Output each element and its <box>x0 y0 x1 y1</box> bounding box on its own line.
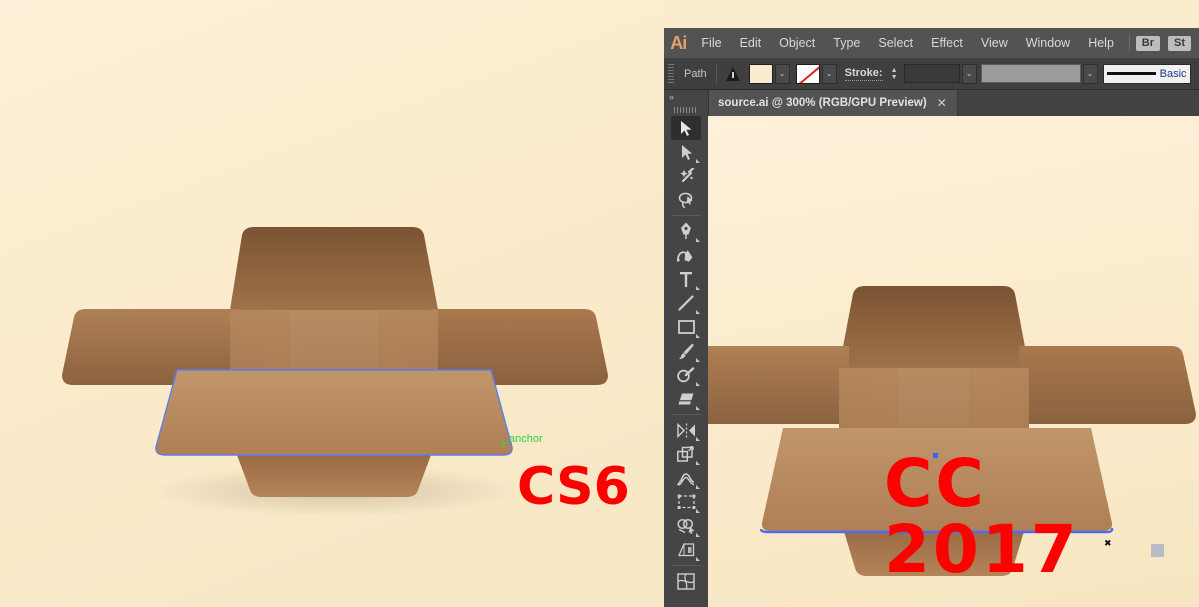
menu-select[interactable]: Select <box>869 28 922 58</box>
anchor-point-marker <box>500 440 507 447</box>
smart-guide-anchor-label: anchor <box>509 433 543 445</box>
perspective-grid-tool[interactable] <box>671 538 701 562</box>
tools-divider-1 <box>671 215 701 216</box>
stroke-weight-input[interactable] <box>903 64 960 83</box>
pen-tool[interactable] <box>671 219 701 243</box>
tools-panel-grip[interactable] <box>664 104 708 116</box>
cs6-canvas-pane: anchor CS6 <box>0 0 664 607</box>
menu-bar: Ai File Edit Object Type Select Effect V… <box>664 28 1199 58</box>
control-bar: Path ⌄ ⌄ Stroke: ▲ ▼ ⌄ ⌄ Basic <box>664 58 1199 90</box>
selection-tool[interactable] <box>671 116 701 140</box>
width-tool[interactable] <box>671 466 701 490</box>
menu-type[interactable]: Type <box>824 28 869 58</box>
eraser-tool[interactable] <box>671 387 701 411</box>
rectangle-tool[interactable] <box>671 315 701 339</box>
collapse-panel-icon[interactable]: » <box>664 90 708 104</box>
bridge-button[interactable]: Br <box>1135 35 1160 51</box>
stroke-weight-label[interactable]: Stroke: <box>844 67 883 81</box>
menu-object[interactable]: Object <box>770 28 824 58</box>
illustrator-logo-icon: Ai <box>670 32 687 53</box>
menu-window[interactable]: Window <box>1017 28 1079 58</box>
cc-version-tag: CC 2017 <box>884 445 1080 588</box>
selection-type-label: Path <box>684 67 707 80</box>
menu-view[interactable]: View <box>972 28 1017 58</box>
stroke-weight-stepper[interactable]: ▲ ▼ <box>889 64 900 84</box>
shape-builder-tool[interactable] <box>671 514 701 538</box>
shaper-tool[interactable] <box>671 363 701 387</box>
direct-selection-tool[interactable] <box>671 140 701 164</box>
brush-stroke-preview-icon <box>1106 72 1156 75</box>
warning-triangle-icon[interactable] <box>725 66 741 81</box>
stock-button[interactable]: St <box>1168 35 1191 51</box>
fill-dropdown-caret-icon[interactable]: ⌄ <box>774 63 790 84</box>
scale-tool[interactable] <box>671 442 701 466</box>
mesh-tool[interactable] <box>671 569 701 593</box>
stroke-dropdown-caret-icon[interactable]: ⌄ <box>821 63 837 84</box>
control-bar-grip[interactable] <box>668 63 674 84</box>
rotate-tool[interactable] <box>671 418 701 442</box>
document-tab-title: source.ai @ 300% (RGB/GPU Preview) <box>718 97 927 109</box>
screenshot-root: anchor CS6 Ai File Edit Object Type Sele… <box>0 0 1199 607</box>
type-tool[interactable] <box>671 267 701 291</box>
brush-definition-label: Basic <box>1159 67 1187 80</box>
window-top-gap <box>664 0 1199 28</box>
width-profile-caret-icon[interactable]: ⌄ <box>1082 63 1098 84</box>
menu-help[interactable]: Help <box>1079 28 1123 58</box>
fill-color-swatch[interactable] <box>748 63 773 84</box>
tools-divider-2 <box>671 414 701 415</box>
tools-divider-3 <box>671 565 701 566</box>
menu-file[interactable]: File <box>692 28 730 58</box>
lasso-tool[interactable] <box>671 188 701 212</box>
menu-effect[interactable]: Effect <box>922 28 972 58</box>
brush-definition-select[interactable]: Basic <box>1102 63 1191 84</box>
curvature-tool[interactable] <box>671 243 701 267</box>
free-transform-tool[interactable] <box>671 490 701 514</box>
line-segment-tool[interactable] <box>671 291 701 315</box>
variable-width-profile-select[interactable] <box>980 64 1081 83</box>
paintbrush-tool[interactable] <box>671 339 701 363</box>
tools-panel: » <box>664 90 709 607</box>
close-icon[interactable]: ✕ <box>937 97 947 109</box>
menu-edit[interactable]: Edit <box>731 28 771 58</box>
document-tab[interactable]: source.ai @ 300% (RGB/GPU Preview) ✕ <box>708 90 958 116</box>
menu-divider <box>1128 35 1130 51</box>
magic-wand-tool[interactable] <box>671 164 701 188</box>
stroke-weight-caret-icon[interactable]: ⌄ <box>961 63 977 84</box>
cs6-version-tag: CS6 <box>517 457 630 517</box>
stroke-color-swatch[interactable] <box>795 63 820 84</box>
control-divider-1 <box>715 63 717 84</box>
